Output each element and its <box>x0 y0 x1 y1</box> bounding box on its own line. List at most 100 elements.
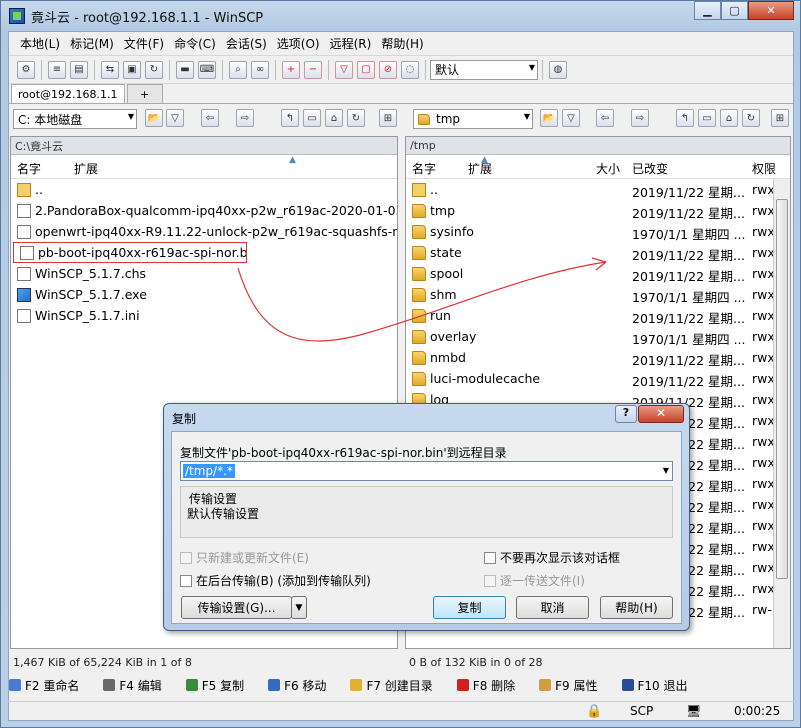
col-perm[interactable]: 权限 <box>752 160 776 177</box>
parent-remote-icon[interactable]: ↰ <box>676 109 694 127</box>
remote-scrollbar[interactable] <box>773 179 790 648</box>
col-name[interactable]: 名字 <box>17 160 41 177</box>
close-window-button[interactable]: ✕ <box>748 1 794 20</box>
forward-icon[interactable]: ⇨ <box>236 109 254 127</box>
refresh-local-icon[interactable]: ↻ <box>347 109 365 127</box>
table-row[interactable]: tmp 2019/11/22 星期... rwxr <box>406 200 790 221</box>
table-row[interactable]: spool 2019/11/22 星期... rwxr <box>406 263 790 284</box>
col-size[interactable]: 大小 <box>596 160 620 177</box>
table-row[interactable]: shm 1970/1/1 星期四 ... rwxr <box>406 284 790 305</box>
tree-remote-icon[interactable]: ⊞ <box>771 109 789 127</box>
root-folder-icon[interactable]: ▭ <box>303 109 321 127</box>
menu-item[interactable]: 本地(L) <box>15 35 65 52</box>
transfer-settings-dropdown[interactable]: ▼ <box>291 596 307 619</box>
table-row[interactable]: state 2019/11/22 星期... rwxr <box>406 242 790 263</box>
console-icon[interactable]: ▬ <box>176 60 194 79</box>
table-row[interactable]: sysinfo 1970/1/1 星期四 ... rwxr <box>406 221 790 242</box>
table-row[interactable]: .. 2019/11/22 星期... rwxr <box>406 179 790 200</box>
function-key-button[interactable]: F10 退出 <box>621 677 700 694</box>
function-key-button[interactable]: F9 属性 <box>539 677 609 694</box>
menu-item[interactable]: 会话(S) <box>221 35 272 52</box>
table-row[interactable]: WinSCP_5.1.7.ini <box>11 305 397 326</box>
compare-icon[interactable]: ▣ <box>123 60 141 79</box>
transfer-preset-select[interactable]: 默认 ▼ <box>430 59 538 80</box>
refresh-icon[interactable]: ↻ <box>145 60 163 79</box>
table-row[interactable]: WinSCP_5.1.7.exe <box>11 284 397 305</box>
root-remote-icon[interactable]: ▭ <box>698 109 716 127</box>
function-key-button[interactable]: F2 重命名 <box>9 677 91 694</box>
table-row[interactable]: nmbd 2019/11/22 星期... rwxr <box>406 347 790 368</box>
refresh-remote-icon[interactable]: ↻ <box>742 109 760 127</box>
clear-selection-icon[interactable]: ⊘ <box>379 60 397 79</box>
menu-item[interactable]: 文件(F) <box>119 35 169 52</box>
background-transfer-checkbox[interactable]: 在后台传输(B) (添加到传输队列) <box>180 572 371 589</box>
filter-icon[interactable]: ▽ <box>335 60 353 79</box>
filter-folder-icon[interactable]: ▽ <box>166 109 184 127</box>
folder-icon <box>412 224 426 239</box>
filter-remote-icon[interactable]: ▽ <box>562 109 580 127</box>
remote-folder-select[interactable]: tmp ▼ <box>413 109 533 129</box>
select-all-icon[interactable]: ▢ <box>357 60 375 79</box>
queue-icon[interactable]: ≡ <box>48 60 66 79</box>
function-key-button[interactable]: F6 移动 <box>268 677 338 694</box>
table-row[interactable]: .. <box>11 179 397 200</box>
menu-item[interactable]: 选项(O) <box>272 35 325 52</box>
copy-button[interactable]: 复制 <box>433 596 506 619</box>
table-row[interactable]: overlay 1970/1/1 星期四 ... rwxr <box>406 326 790 347</box>
minimize-button[interactable]: ▁ <box>694 1 721 20</box>
menu-item[interactable]: 标记(M) <box>65 35 119 52</box>
menu-item[interactable]: 远程(R) <box>325 35 377 52</box>
gear-icon[interactable]: ⚙ <box>17 60 35 79</box>
sort-asc-icon: ▲ <box>289 155 296 165</box>
select-add-icon[interactable]: + <box>282 60 300 79</box>
select-remove-icon[interactable]: − <box>304 60 322 79</box>
target-directory-input[interactable]: /tmp/*.* ▼ <box>180 461 673 481</box>
local-drive-select[interactable]: C: 本地磁盘 ▼ <box>13 109 137 129</box>
table-row[interactable]: pb-boot-ipq40xx-r619ac-spi-nor.bin <box>13 242 247 263</box>
open-remote-folder-icon[interactable]: 📂 <box>540 109 558 127</box>
col-ext[interactable]: 扩展 <box>468 160 492 177</box>
function-key-button[interactable]: F4 编辑 <box>103 677 173 694</box>
dont-show-again-checkbox[interactable]: 不要再次显示该对话框 <box>484 549 620 566</box>
binoculars-icon[interactable]: ∞ <box>251 60 269 79</box>
menu-item[interactable]: 帮助(H) <box>376 35 428 52</box>
transfer-settings-button[interactable]: 传输设置(G)... <box>181 596 292 619</box>
chevron-down-icon[interactable]: ▼ <box>663 466 669 475</box>
function-key-button[interactable]: F8 删除 <box>456 677 527 694</box>
restore-icon[interactable]: ◌ <box>401 60 419 79</box>
table-row[interactable]: luci-modulecache 2019/11/22 星期... rwxr <box>406 368 790 389</box>
session-tab-active[interactable]: root@192.168.1.1 <box>11 84 125 103</box>
function-key-button[interactable]: F5 复制 <box>185 677 256 694</box>
home-icon[interactable]: ⌂ <box>325 109 343 127</box>
globe-icon[interactable]: ◍ <box>549 60 567 79</box>
menu-item[interactable]: 命令(C) <box>169 35 221 52</box>
help-icon[interactable]: ? <box>615 405 637 423</box>
new-only-checkbox[interactable]: 只新建或更新文件(E) <box>180 549 309 566</box>
maximize-button[interactable]: ▢ <box>721 1 748 20</box>
col-ext[interactable]: 扩展 <box>74 160 98 177</box>
sync-browse-icon[interactable]: ⇆ <box>101 60 119 79</box>
help-button[interactable]: 帮助(H) <box>600 596 673 619</box>
open-folder-icon[interactable]: 📂 <box>145 109 163 127</box>
forward-remote-icon[interactable]: ⇨ <box>631 109 649 127</box>
back-remote-icon[interactable]: ⇦ <box>596 109 614 127</box>
table-row[interactable]: WinSCP_5.1.7.chs <box>11 263 397 284</box>
parent-folder-icon[interactable]: ↰ <box>281 109 299 127</box>
find-files-icon[interactable]: ⌕ <box>229 60 247 79</box>
col-changed[interactable]: 已改变 <box>632 160 668 177</box>
function-key-button[interactable]: F7 创建目录 <box>350 677 444 694</box>
putty-icon[interactable]: ⌨ <box>198 60 216 79</box>
dialog-close-button[interactable]: ✕ <box>638 405 684 423</box>
cancel-button[interactable]: 取消 <box>516 596 589 619</box>
target-directory-value: /tmp/*.* <box>183 464 235 478</box>
clipboard-icon[interactable]: ▤ <box>70 60 88 79</box>
back-icon[interactable]: ⇦ <box>201 109 219 127</box>
new-session-tab[interactable]: + <box>126 84 163 103</box>
table-row[interactable]: run 2019/11/22 星期... rwxr <box>406 305 790 326</box>
one-by-one-checkbox[interactable]: 逐一传送文件(I) <box>484 572 585 589</box>
table-row[interactable]: 2.PandoraBox-qualcomm-ipq40xx-p2w_r619ac… <box>11 200 397 221</box>
col-name[interactable]: 名字 <box>412 160 436 177</box>
home-remote-icon[interactable]: ⌂ <box>720 109 738 127</box>
tree-icon[interactable]: ⊞ <box>379 109 397 127</box>
table-row[interactable]: openwrt-ipq40xx-R9.11.22-unlock-p2w_r619… <box>11 221 397 242</box>
